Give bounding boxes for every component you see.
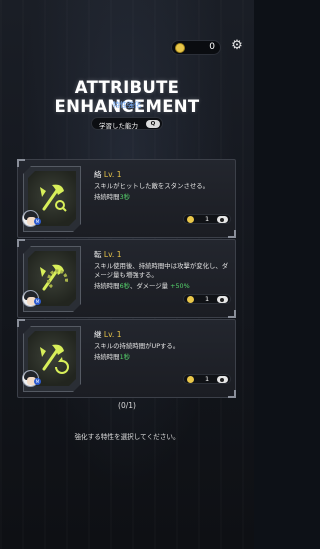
learned-abilities-label: 学習した能力 — [99, 122, 138, 130]
avatar-badge: M — [34, 218, 41, 225]
currency-display: 0 — [171, 40, 221, 55]
skill-description: スキルの持続時間がUPする。 — [94, 342, 180, 350]
skill-stat: 持続時間3秒 — [94, 193, 131, 201]
attribute-card-2[interactable]: M 転 Lv. 1 スキル使用後、持続時間中は攻撃が変化し、ダメージ量も増強する… — [17, 239, 236, 318]
cost-badge: 1 — [183, 374, 231, 384]
cost-badge: 1 — [183, 294, 231, 304]
duration-axe-icon — [32, 337, 72, 377]
skill-name: 絡 Lv. 1 — [94, 170, 122, 179]
learned-abilities-button[interactable]: 学習した能力 Q — [91, 117, 163, 130]
eye-icon[interactable] — [217, 376, 228, 383]
skill-description: スキル使用後、持続時間中は攻撃が変化し、ダメージ量も増強する。 — [94, 262, 229, 279]
avatar-badge: M — [34, 378, 41, 385]
selection-progress: (0/1) — [118, 401, 136, 410]
skill-name: 継 Lv. 1 — [94, 330, 122, 339]
gear-icon[interactable]: ⚙ — [231, 39, 243, 52]
stun-axe-icon — [32, 177, 72, 217]
skill-stat: 持続時間1秒 — [94, 353, 131, 361]
coin-icon — [187, 296, 194, 303]
q-key-hint: Q — [146, 120, 160, 128]
attribute-card-1[interactable]: M 絡 Lv. 1 スキルがヒットした敵をスタンさせる。 持続時間3秒 1 — [17, 159, 236, 238]
attribute-card-3[interactable]: M 継 Lv. 1 スキルの持続時間がUPする。 持続時間1秒 1 — [17, 319, 236, 398]
coin-icon — [187, 376, 194, 383]
selection-prompt: 強化する特性を選択してください。 — [74, 433, 180, 441]
currency-value: 0 — [209, 42, 215, 52]
eye-icon[interactable] — [217, 296, 228, 303]
cost-badge: 1 — [183, 214, 231, 224]
page-subtitle: 特性強化 — [113, 101, 141, 109]
eye-icon[interactable] — [217, 216, 228, 223]
avatar-badge: M — [34, 298, 41, 305]
skill-name: 転 Lv. 1 — [94, 250, 122, 259]
coin-icon — [187, 216, 194, 223]
skill-stat: 持続時間6秒、ダメージ量 +50% — [94, 282, 190, 290]
coin-icon — [175, 43, 185, 53]
transform-axe-icon — [32, 257, 72, 297]
skill-description: スキルがヒットした敵をスタンさせる。 — [94, 182, 210, 190]
page-title: ATTRIBUTE ENHANCEMENT — [54, 78, 200, 116]
